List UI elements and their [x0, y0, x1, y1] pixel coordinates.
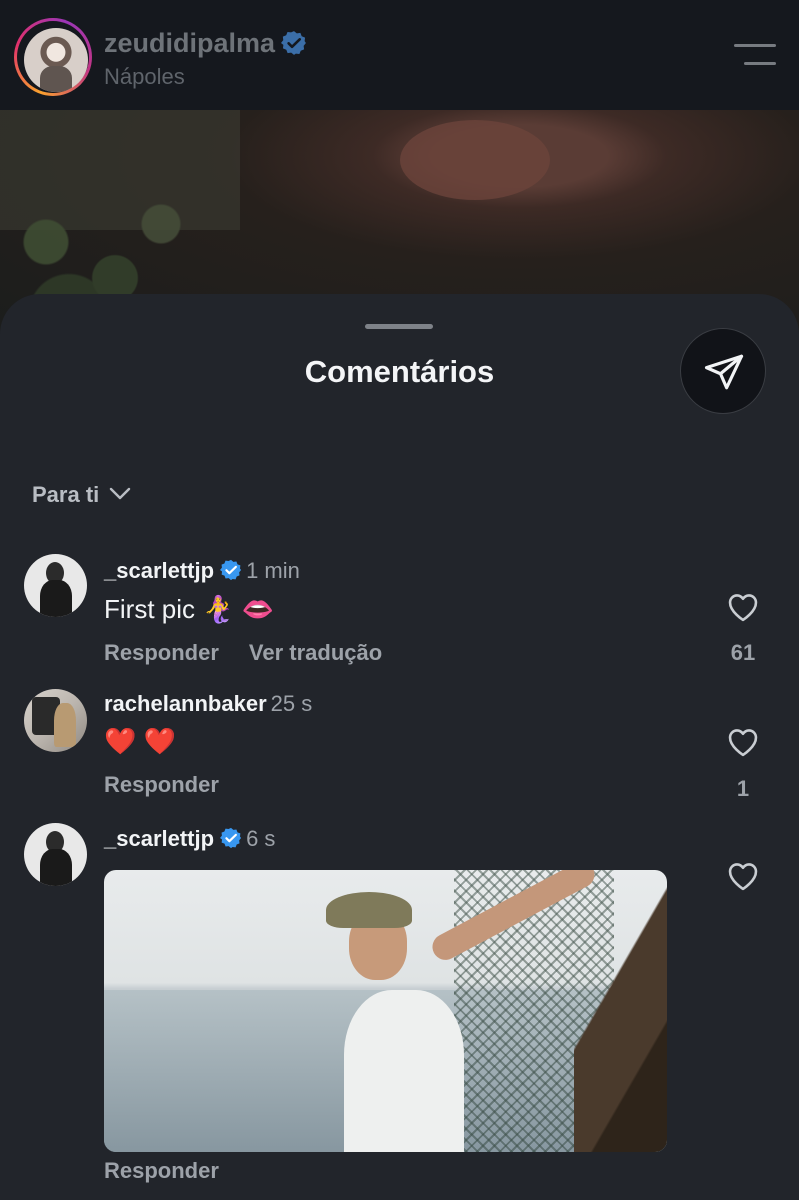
drag-handle[interactable] — [365, 324, 433, 329]
post-author-username[interactable]: zeudidipalma — [104, 28, 275, 58]
menu-icon[interactable] — [734, 44, 776, 68]
comment-text: ❤️ ❤️ — [104, 726, 176, 756]
post-location[interactable]: Nápoles — [104, 64, 185, 90]
comment-username[interactable]: _scarlettjp 6 s — [104, 826, 275, 852]
comment-time: 6 s — [246, 826, 276, 851]
chevron-down-icon — [110, 487, 131, 500]
like-count: 61 — [730, 640, 756, 665]
reply-button[interactable]: Responder — [104, 640, 219, 665]
comment-actions: Responder — [104, 1158, 219, 1184]
sort-label: Para ti — [32, 482, 100, 507]
avatar[interactable] — [24, 689, 87, 752]
reply-button[interactable]: Responder — [104, 772, 219, 797]
comment-time: 25 s — [270, 691, 313, 716]
avatar[interactable] — [24, 554, 87, 617]
comment-actions: Responder Ver tradução — [104, 640, 382, 666]
post-header: zeudidipalma Nápoles — [0, 0, 799, 110]
comment-time: 1 min — [246, 558, 300, 583]
like-count: 1 — [736, 776, 750, 801]
paper-plane-icon — [704, 354, 744, 390]
heart-icon[interactable] — [726, 861, 760, 891]
heart-icon[interactable] — [726, 727, 760, 757]
profile-avatar-story-ring[interactable] — [14, 18, 92, 96]
comment-username[interactable]: rachelannbaker 25 s — [104, 691, 312, 717]
avatar[interactable] — [24, 823, 87, 886]
verified-badge-icon — [281, 31, 306, 55]
share-button[interactable] — [680, 328, 766, 414]
reply-button[interactable]: Responder — [104, 1158, 219, 1183]
comment-text: First pic 🧜‍♀️ 👄 — [104, 594, 275, 624]
comment-username[interactable]: _scarlettjp 1 min — [104, 558, 300, 584]
verified-badge-icon — [220, 827, 242, 849]
post-author[interactable]: zeudidipalma — [104, 28, 307, 59]
comment-actions: Responder — [104, 772, 219, 798]
translate-button[interactable]: Ver tradução — [249, 640, 382, 665]
verified-badge-icon — [220, 559, 242, 581]
sort-dropdown[interactable]: Para ti — [32, 482, 131, 508]
avatar — [24, 28, 88, 92]
comment-gif[interactable] — [104, 870, 667, 1152]
heart-icon[interactable] — [726, 592, 760, 622]
